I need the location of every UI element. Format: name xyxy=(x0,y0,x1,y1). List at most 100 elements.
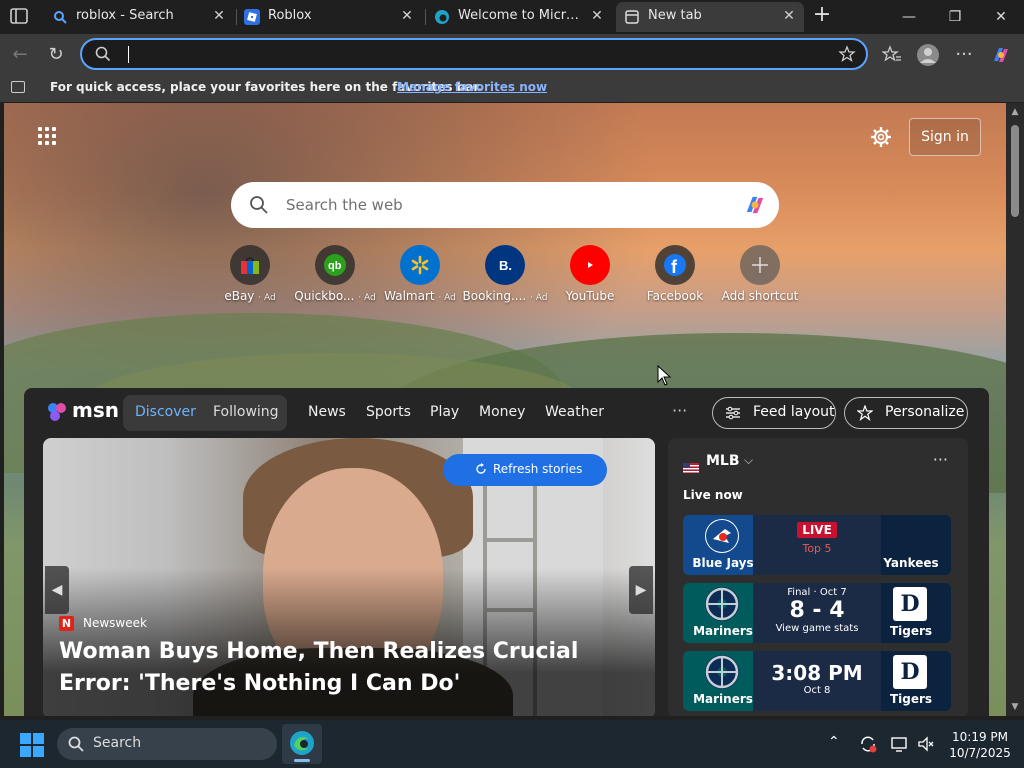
svg-text:f: f xyxy=(671,257,678,276)
refresh-stories-button[interactable]: Refresh stories xyxy=(443,454,607,486)
ebay-bag-icon xyxy=(239,254,261,276)
more-options-icon[interactable]: ··· xyxy=(951,42,977,68)
shortcut-label: Quickbo... xyxy=(294,289,355,303)
live-now-label: Live now xyxy=(683,488,743,502)
close-tab-icon[interactable]: ✕ xyxy=(780,7,798,25)
shortcut-ebay[interactable]: eBay · Ad xyxy=(205,245,295,315)
add-shortcut-button[interactable]: Add shortcut xyxy=(715,245,805,315)
sign-in-button[interactable]: Sign in xyxy=(909,118,981,156)
close-tab-icon[interactable]: ✕ xyxy=(398,7,416,25)
app-launcher-icon[interactable] xyxy=(38,127,58,147)
minimize-icon[interactable]: — xyxy=(886,0,932,34)
game-mariners-tigers-upcoming[interactable]: D 3:08 PM Oct 8 Mariners Tigers xyxy=(683,651,951,711)
tab-welcome-edge[interactable]: Welcome to Microsoft Edge ✕ xyxy=(426,2,612,32)
nav-weather[interactable]: Weather xyxy=(545,404,604,420)
windows-start-icon[interactable] xyxy=(20,733,44,757)
previous-story-arrow-icon[interactable]: ◀ xyxy=(45,566,69,614)
tab-discover[interactable]: Discover xyxy=(135,404,196,420)
network-display-icon[interactable] xyxy=(890,734,912,754)
update-sync-icon[interactable] xyxy=(858,734,880,754)
us-flag-icon xyxy=(683,458,699,473)
tab-new-tab[interactable]: New tab ✕ xyxy=(616,2,804,32)
scrollbar-thumb[interactable] xyxy=(1011,125,1019,217)
settings-gear-icon[interactable] xyxy=(870,126,892,148)
page-scrollbar[interactable]: ▲ ▼ xyxy=(1006,103,1024,716)
tab-following[interactable]: Following xyxy=(213,404,279,420)
tab-title: Roblox xyxy=(268,8,312,23)
manage-favorites-link[interactable]: Manage favorites now xyxy=(397,80,547,94)
web-search-box[interactable]: Search the web xyxy=(231,182,779,228)
clock-time: 10:19 PM xyxy=(952,730,1008,744)
close-window-icon[interactable]: ✕ xyxy=(978,0,1024,34)
team-name: Tigers xyxy=(889,624,933,638)
view-game-stats-link[interactable]: View game stats xyxy=(763,623,871,634)
team-name: Tigers xyxy=(889,692,933,706)
taskbar-search-label: Search xyxy=(93,735,142,751)
search-icon xyxy=(249,195,269,215)
copilot-icon[interactable] xyxy=(988,42,1014,68)
tab-strip: roblox - Search ✕ Roblox ✕ Welcome to Mi… xyxy=(0,0,1024,34)
plus-icon xyxy=(749,254,771,276)
ad-label: · Ad xyxy=(258,293,276,303)
refresh-icon xyxy=(475,463,487,475)
tab-roblox-search[interactable]: roblox - Search ✕ xyxy=(44,2,234,32)
next-story-arrow-icon[interactable]: ▶ xyxy=(629,566,653,614)
msn-wordmark: msn xyxy=(72,398,119,422)
team-name: Mariners xyxy=(693,692,753,706)
edge-icon xyxy=(434,9,450,25)
bing-search-icon xyxy=(52,9,68,25)
scroll-down-icon[interactable]: ▼ xyxy=(1010,702,1020,712)
quickbooks-icon: qb xyxy=(324,254,346,276)
tab-actions-icon[interactable] xyxy=(8,6,32,28)
nav-money[interactable]: Money xyxy=(479,404,525,420)
chevron-down-icon[interactable]: ⌵ xyxy=(744,453,753,468)
game-score: 8 - 4 xyxy=(789,598,845,623)
story-headline[interactable]: Woman Buys Home, Then Realizes Crucial E… xyxy=(59,636,629,700)
volume-muted-icon[interactable] xyxy=(916,734,938,754)
taskbar-search[interactable]: Search xyxy=(57,728,277,760)
game-bluejays-yankees[interactable]: LIVE Top 5 Blue Jays Yankees xyxy=(683,515,951,575)
taskbar-edge-app[interactable] xyxy=(282,724,322,764)
back-icon[interactable]: ← xyxy=(7,42,33,68)
mlb-title[interactable]: MLB xyxy=(706,453,740,469)
feed-layout-button[interactable]: Feed layout xyxy=(712,397,836,429)
facebook-icon: f xyxy=(664,254,686,277)
tab-roblox[interactable]: Roblox ✕ xyxy=(236,2,422,32)
address-input[interactable] xyxy=(126,44,826,64)
more-nav-icon[interactable]: ··· xyxy=(672,401,687,420)
new-tab-plus-icon[interactable]: + xyxy=(810,4,834,28)
refresh-stories-label: Refresh stories xyxy=(493,462,583,476)
top-story-card[interactable]: Refresh stories ◀ ▶ N Newsweek Woman Buy… xyxy=(43,438,655,716)
msn-logo[interactable]: msn xyxy=(46,397,119,427)
feed-segment-control: Discover Following xyxy=(123,395,287,431)
clock-date: 10/7/2025 xyxy=(949,746,1011,760)
shortcut-booking[interactable]: B. Booking.... · Ad xyxy=(460,245,550,315)
ad-label: · Ad xyxy=(438,293,456,303)
refresh-icon[interactable]: ↻ xyxy=(43,42,69,68)
shortcut-quickbooks[interactable]: qb Quickbo... · Ad xyxy=(290,245,380,315)
taskbar: Search ⌃ 10:19 PM 10/7/2025 xyxy=(0,720,1024,768)
copilot-icon[interactable] xyxy=(741,191,769,219)
newsweek-logo-icon: N xyxy=(59,616,74,631)
profile-avatar-icon[interactable] xyxy=(915,42,941,68)
favorite-star-icon[interactable] xyxy=(838,45,856,63)
restore-icon[interactable]: ❐ xyxy=(932,0,978,34)
walmart-spark-icon xyxy=(409,254,431,276)
close-tab-icon[interactable]: ✕ xyxy=(210,7,228,25)
shortcut-facebook[interactable]: f Facebook xyxy=(630,245,720,315)
personalize-button[interactable]: Personalize xyxy=(844,397,968,429)
favorites-icon[interactable] xyxy=(879,42,905,68)
shortcut-walmart[interactable]: Walmart · Ad xyxy=(375,245,465,315)
system-clock[interactable]: 10:19 PM 10/7/2025 xyxy=(940,729,1020,761)
shortcut-label: YouTube xyxy=(565,289,615,303)
address-bar[interactable] xyxy=(80,38,868,70)
card-options-icon[interactable]: ··· xyxy=(933,450,948,469)
nav-news[interactable]: News xyxy=(308,404,346,420)
shortcut-youtube[interactable]: YouTube xyxy=(545,245,635,315)
show-hidden-icons-chevron-icon[interactable]: ⌃ xyxy=(828,734,850,754)
scroll-up-icon[interactable]: ▲ xyxy=(1010,107,1020,117)
game-mariners-tigers-final[interactable]: D Final · Oct 7 8 - 4 View game stats Ma… xyxy=(683,583,951,643)
close-tab-icon[interactable]: ✕ xyxy=(588,7,606,25)
nav-sports[interactable]: Sports xyxy=(366,404,411,420)
nav-play[interactable]: Play xyxy=(430,404,459,420)
